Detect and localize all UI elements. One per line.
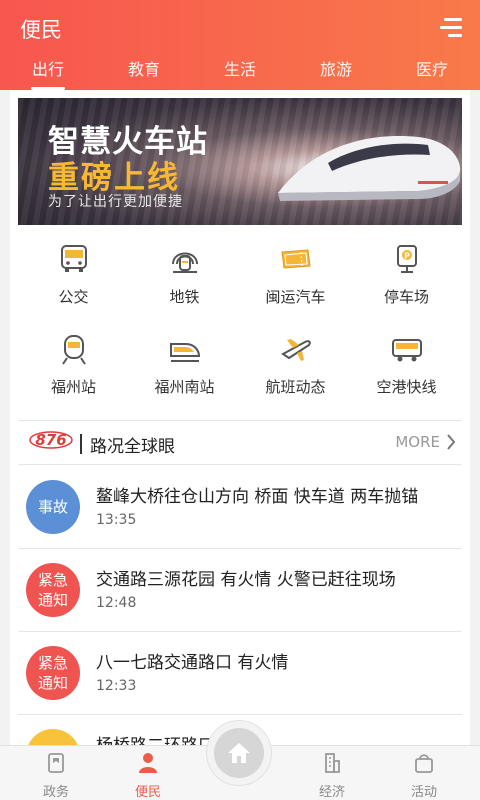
news-time: 13:35 [96, 512, 137, 528]
government-icon [48, 753, 64, 773]
service-parking[interactable]: P 停车场 [351, 228, 462, 318]
traffic-voice-logo: 876 [29, 431, 73, 449]
nav-label: 便民 [134, 785, 161, 800]
urgent-badge: 紧急通知 [26, 563, 80, 617]
home-button[interactable] [206, 720, 272, 786]
nav-label: 经济 [318, 785, 345, 800]
nav-government[interactable]: 政务 [16, 752, 96, 800]
coach-ticket-icon [281, 249, 311, 269]
nav-convenience[interactable]: 便民 [108, 752, 188, 800]
nav-label: 政务 [42, 785, 69, 800]
category-tabs: 出行 教育 生活 旅游 医疗 [0, 54, 480, 90]
tab-medical[interactable]: 医疗 [384, 54, 480, 90]
service-fuzhou-south[interactable]: 福州南站 [129, 318, 240, 408]
smart-station-banner[interactable]: 智慧火车站 重磅上线 为了让出行更加便捷 [18, 98, 462, 225]
divider [80, 434, 82, 454]
urgent-badge: 紧急通知 [26, 646, 80, 700]
airplane-icon [281, 339, 311, 361]
traffic-title: 路况全球眼 [90, 437, 175, 457]
news-time: 12:48 [96, 595, 137, 611]
services-grid: 公交 地铁 闽运汽车 P 停车场 福州站 福州南站 航班动态 空港快线 [18, 228, 462, 408]
service-airport-shuttle[interactable]: 空港快线 [351, 318, 462, 408]
nav-label: 活动 [410, 785, 437, 800]
more-link[interactable]: MORE [395, 433, 456, 451]
service-bus[interactable]: 公交 [18, 228, 129, 318]
accident-badge: 事故 [26, 480, 80, 534]
service-label: 地铁 [169, 288, 200, 306]
building-icon [325, 753, 340, 773]
nav-economy[interactable]: 经济 [292, 752, 372, 800]
service-fuzhou-station[interactable]: 福州站 [18, 318, 129, 408]
metro-icon [172, 252, 198, 273]
content-card: 智慧火车站 重磅上线 为了让出行更加便捷 公交 地铁 闽运汽车 P 停车场 福州… [10, 90, 470, 750]
service-label: 航班动态 [265, 378, 326, 396]
tab-travel[interactable]: 出行 [0, 54, 96, 90]
high-speed-train-image [278, 136, 461, 201]
service-coach[interactable]: 闽运汽车 [240, 228, 351, 318]
bag-icon [415, 754, 433, 773]
service-metro[interactable]: 地铁 [129, 228, 240, 318]
service-label: 公交 [58, 288, 89, 306]
news-item[interactable]: 紧急通知 交通路三源花园 有火情 火警已赶往现场 12:48 [18, 549, 462, 632]
person-icon [139, 753, 157, 773]
train-station-icon [62, 335, 86, 365]
menu-icon[interactable] [440, 18, 462, 38]
news-item[interactable]: 事故 鳌峰大桥往仓山方向 桥面 快车道 两车抛锚 13:35 [18, 466, 462, 549]
parking-icon: P [397, 245, 417, 273]
news-item[interactable]: 紧急通知 八一七路交通路口 有火情 12:33 [18, 632, 462, 715]
service-label: 停车场 [383, 288, 429, 306]
service-label: 闽运汽车 [265, 288, 326, 306]
tab-life[interactable]: 生活 [192, 54, 288, 90]
tab-education[interactable]: 教育 [96, 54, 192, 90]
app-title: 便民 [20, 18, 62, 42]
traffic-section-header: 876 路况全球眼 MORE [18, 420, 462, 465]
svg-text:P: P [404, 252, 410, 261]
news-title: 八一七路交通路口 有火情 [96, 653, 289, 673]
news-title: 交通路三源花园 有火情 火警已赶往现场 [96, 570, 396, 590]
banner-tagline: 为了让出行更加便捷 [48, 194, 183, 210]
tab-tourism[interactable]: 旅游 [288, 54, 384, 90]
nav-activities[interactable]: 活动 [384, 752, 464, 800]
more-label: MORE [395, 433, 440, 451]
service-label: 福州站 [50, 378, 96, 396]
home-icon [228, 743, 250, 763]
service-flights[interactable]: 航班动态 [240, 318, 351, 408]
airport-shuttle-icon [392, 339, 422, 362]
bus-icon [61, 245, 87, 272]
news-time: 12:33 [96, 678, 137, 694]
service-label: 空港快线 [376, 378, 437, 396]
home-button-inner [214, 728, 264, 778]
app-header: 便民 出行 教育 生活 旅游 医疗 [0, 0, 480, 90]
chevron-right-icon [447, 434, 456, 450]
news-title: 鳌峰大桥往仓山方向 桥面 快车道 两车抛锚 [96, 487, 419, 507]
service-label: 福州南站 [154, 378, 215, 396]
high-speed-train-icon [170, 343, 201, 362]
